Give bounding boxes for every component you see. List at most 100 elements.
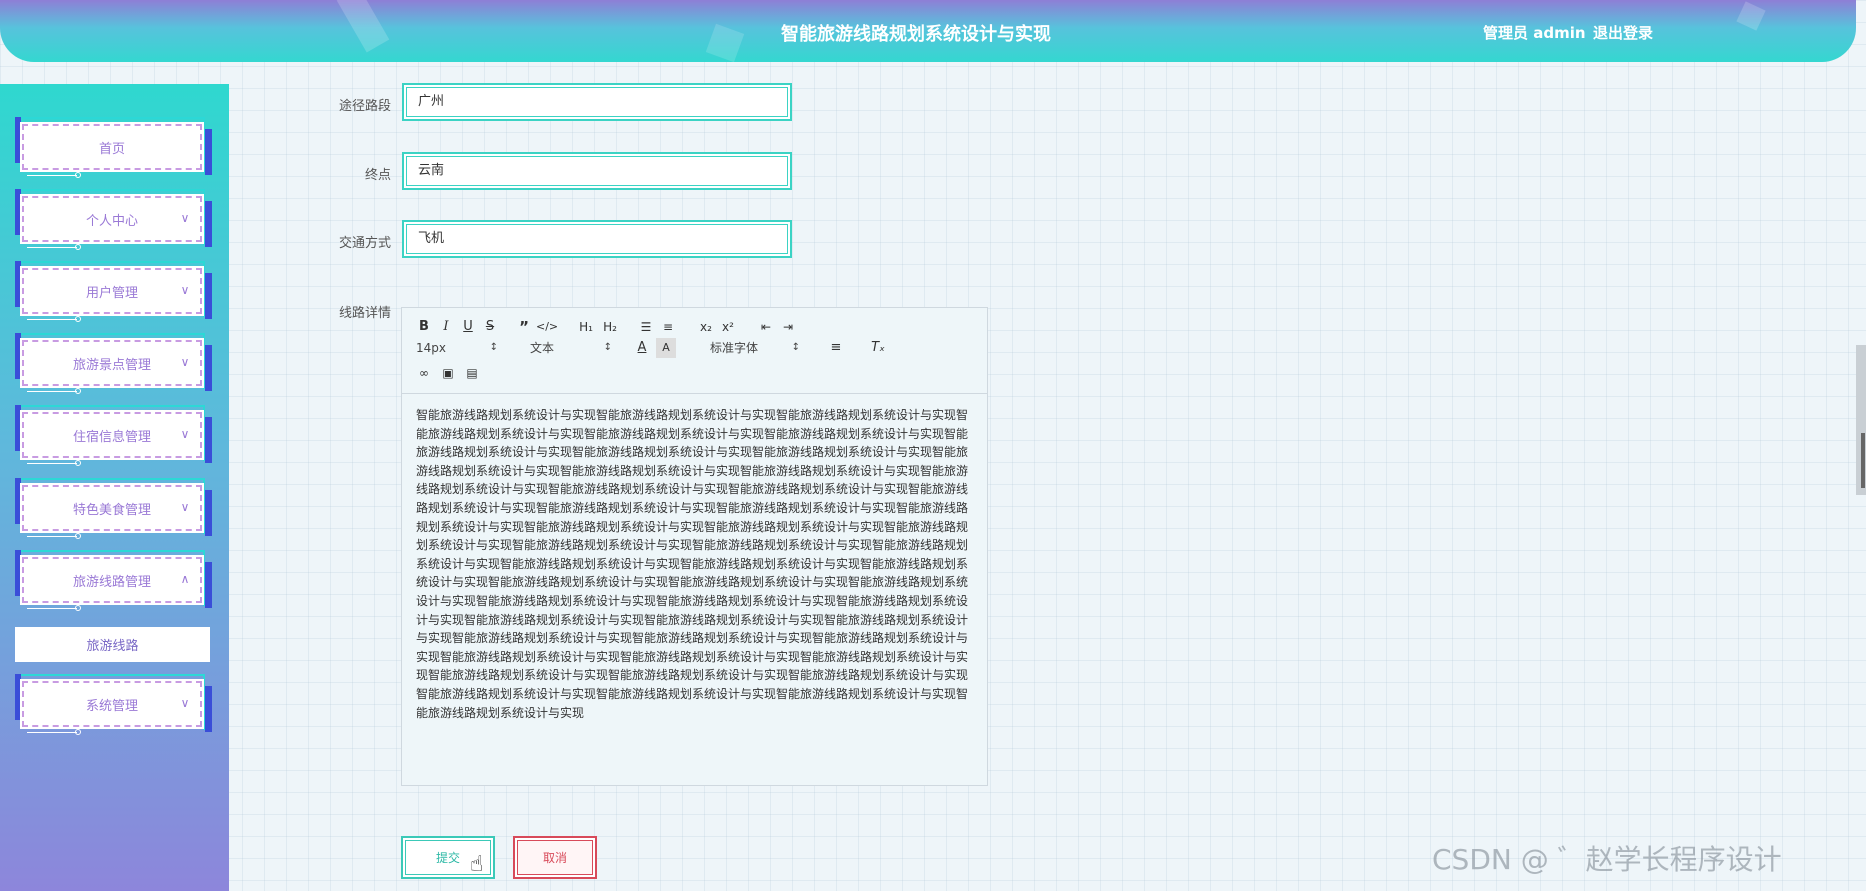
menu-corner	[205, 345, 212, 391]
transport-label: 交通方式	[338, 236, 391, 251]
background-color-icon[interactable]: A	[656, 338, 676, 358]
rich-text-editor: B I U S ” </> H₁ H₂ ☰ ≡ x₂ x² ⇤ ⇥ 14px ↕…	[401, 307, 988, 786]
heading-1-icon[interactable]: H₁	[574, 317, 598, 337]
chevron-up-icon: ∧	[180, 572, 190, 586]
sidebar-item-food[interactable]: 特色美食管理 ∨	[15, 478, 212, 539]
menu-corner	[15, 405, 21, 451]
cancel-button[interactable]: 取消	[513, 836, 597, 879]
outdent-icon[interactable]: ⇤	[756, 317, 776, 337]
editor-toolbar: B I U S ” </> H₁ H₂ ☰ ≡ x₂ x² ⇤ ⇥ 14px ↕…	[402, 308, 987, 394]
menu-dot	[75, 172, 81, 178]
sidebar-item-label: 旅游线路管理	[20, 555, 204, 605]
bullet-list-icon[interactable]: ≡	[658, 317, 678, 337]
menu-corner	[15, 333, 21, 379]
sidebar-item-routes[interactable]: 旅游线路管理 ∧	[15, 550, 212, 611]
menu-corner	[205, 417, 212, 463]
menu-dot	[75, 729, 81, 735]
chevron-down-icon: ∨	[180, 427, 190, 441]
menu-line	[27, 391, 77, 392]
menu-line	[27, 319, 77, 320]
sidebar-item-system[interactable]: 系统管理 ∨	[15, 674, 212, 735]
menu-corner	[205, 129, 212, 175]
video-icon[interactable]: ▤	[462, 363, 482, 383]
menu-line	[27, 608, 77, 609]
destination-label: 终点	[364, 168, 391, 183]
menu-line	[27, 536, 77, 537]
indent-icon[interactable]: ⇥	[778, 317, 798, 337]
transport-input[interactable]: 飞机	[402, 220, 792, 258]
image-icon[interactable]: ▣	[438, 363, 458, 383]
menu-corner	[15, 478, 21, 524]
route-input[interactable]: 广州	[402, 83, 792, 121]
hand-cursor-icon: ☝	[470, 852, 484, 877]
sidebar-item-home[interactable]: 首页	[15, 117, 212, 178]
menu-dot	[75, 316, 81, 322]
font-size-value: 14px	[416, 341, 446, 355]
sidebar-item-label: 个人中心	[20, 194, 204, 244]
text-type-select[interactable]: 文本 ↕	[530, 338, 612, 358]
menu-dot	[75, 533, 81, 539]
sidebar: 首页 个人中心 ∨ 用户管理 ∨ 旅游景点管理 ∨ 住宿信息管理 ∨ 特色美食管…	[0, 84, 229, 891]
subscript-icon[interactable]: x₂	[696, 317, 716, 337]
menu-dot	[75, 460, 81, 466]
code-block-icon[interactable]: </>	[536, 317, 558, 337]
blockquote-icon[interactable]: ”	[514, 317, 534, 337]
menu-corner	[205, 562, 212, 608]
menu-corner	[15, 261, 21, 307]
chevron-down-icon: ∨	[180, 283, 190, 297]
sidebar-item-users[interactable]: 用户管理 ∨	[15, 261, 212, 322]
sidebar-item-label: 首页	[20, 122, 204, 172]
current-user: 管理员 admin	[1483, 24, 1586, 42]
select-caret-icon: ↕	[791, 342, 800, 353]
menu-line	[27, 175, 77, 176]
sidebar-item-label: 系统管理	[20, 679, 204, 729]
menu-corner	[15, 189, 21, 235]
underline-icon[interactable]: U	[458, 317, 478, 337]
clear-format-icon[interactable]: Tₓ	[868, 338, 888, 358]
sidebar-item-label: 旅游景点管理	[20, 338, 204, 388]
chevron-down-icon: ∨	[180, 500, 190, 514]
select-caret-icon: ↕	[489, 342, 498, 353]
menu-corner	[15, 117, 21, 163]
menu-line	[27, 247, 77, 248]
font-family-value: 标准字体	[710, 341, 759, 355]
link-icon[interactable]: ∞	[414, 363, 434, 383]
bold-icon[interactable]: B	[414, 317, 434, 337]
font-family-select[interactable]: 标准字体 ↕	[710, 338, 800, 358]
logout-link[interactable]: 退出登录	[1593, 22, 1653, 43]
font-size-select[interactable]: 14px ↕	[416, 338, 498, 358]
sidebar-item-profile[interactable]: 个人中心 ∨	[15, 189, 212, 250]
sidebar-item-label: 特色美食管理	[20, 483, 204, 533]
text-type-value: 文本	[530, 341, 555, 355]
align-icon[interactable]: ≡	[826, 338, 846, 358]
sidebar-item-label: 住宿信息管理	[20, 410, 204, 460]
destination-input[interactable]: 云南	[402, 152, 792, 190]
menu-corner	[205, 490, 212, 536]
superscript-icon[interactable]: x²	[718, 317, 738, 337]
select-caret-icon: ↕	[603, 342, 612, 353]
italic-icon[interactable]: I	[436, 317, 456, 337]
sidebar-subitem-routes[interactable]: 旅游线路	[15, 627, 210, 662]
menu-line	[27, 463, 77, 464]
heading-2-icon[interactable]: H₂	[598, 317, 622, 337]
menu-dot	[75, 605, 81, 611]
menu-dot	[75, 388, 81, 394]
chevron-down-icon: ∨	[180, 211, 190, 225]
strikethrough-icon[interactable]: S	[480, 317, 500, 337]
chevron-down-icon: ∨	[180, 696, 190, 710]
scrollbar-thumb[interactable]	[1861, 433, 1865, 488]
menu-corner	[15, 550, 21, 596]
menu-dot	[75, 244, 81, 250]
route-label: 途径路段	[338, 99, 391, 114]
editor-content[interactable]: 智能旅游线路规划系统设计与实现智能旅游线路规划系统设计与实现智能旅游线路规划系统…	[416, 406, 976, 722]
sidebar-item-attractions[interactable]: 旅游景点管理 ∨	[15, 333, 212, 394]
detail-label: 线路详情	[338, 306, 391, 321]
font-color-icon[interactable]: A	[632, 338, 652, 358]
ordered-list-icon[interactable]: ☰	[636, 317, 656, 337]
sidebar-item-lodging[interactable]: 住宿信息管理 ∨	[15, 405, 212, 466]
chevron-down-icon: ∨	[180, 355, 190, 369]
menu-corner	[205, 686, 212, 732]
sidebar-item-label: 用户管理	[20, 266, 204, 316]
menu-corner	[205, 273, 212, 319]
menu-corner	[15, 674, 21, 720]
